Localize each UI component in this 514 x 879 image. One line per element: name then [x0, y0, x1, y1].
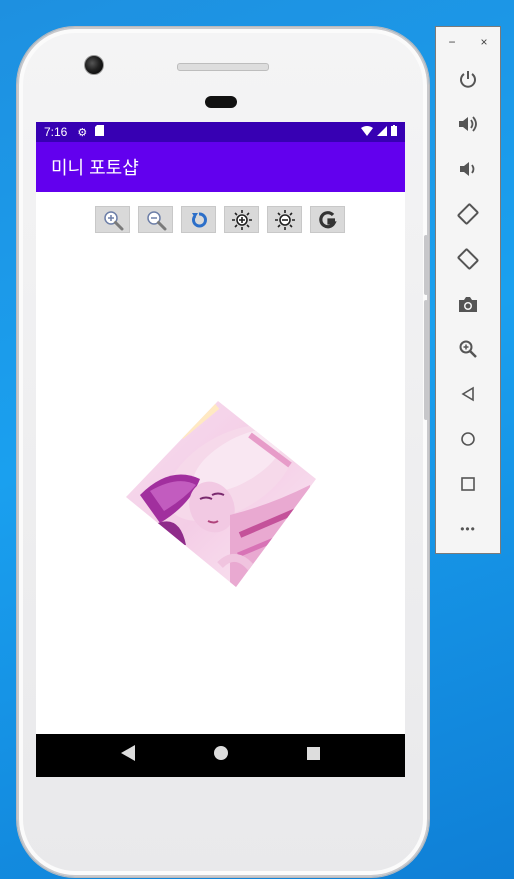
app-bar: 미니 포토샵 — [36, 142, 405, 192]
recents-nav-button[interactable] — [307, 746, 321, 765]
recents-square-icon — [307, 746, 321, 760]
zoom-in-button[interactable] — [95, 206, 130, 233]
zoom-out-icon — [146, 210, 166, 230]
home-nav-button[interactable] — [213, 746, 228, 765]
screenshot-button[interactable] — [454, 290, 482, 318]
zoom-in-icon — [103, 210, 123, 230]
volume-down-icon — [460, 162, 475, 176]
emu-back-button[interactable] — [454, 380, 482, 408]
sd-card-icon — [95, 125, 105, 139]
overview-square-icon — [461, 477, 475, 491]
volume-up-icon — [459, 116, 477, 132]
minimize-window-button[interactable]: − — [448, 35, 455, 49]
phone-screen: 7:16 ⚙ 미니 포토샵 — [36, 122, 405, 777]
home-circle-icon — [213, 746, 228, 760]
camera-icon — [459, 297, 477, 312]
back-nav-button[interactable] — [120, 745, 135, 766]
rotate-right-icon — [457, 248, 479, 270]
power-icon — [460, 71, 476, 88]
volume-up-button[interactable] — [454, 110, 482, 138]
sensor-pill — [205, 96, 237, 108]
zoom-out-button[interactable] — [138, 206, 173, 233]
signal-icon — [377, 125, 387, 139]
more-options-button[interactable]: ••• — [454, 515, 482, 543]
grayscale-icon — [318, 210, 337, 228]
volume-down-button[interactable] — [454, 155, 482, 183]
emu-overview-button[interactable] — [454, 470, 482, 498]
image-toolbar — [95, 206, 345, 233]
front-camera — [84, 55, 104, 75]
power-button[interactable] — [454, 65, 482, 93]
zoom-magnifier-icon — [459, 340, 477, 358]
rotate-icon — [191, 212, 207, 227]
rotate-button[interactable] — [181, 206, 216, 233]
back-outline-icon — [461, 386, 474, 402]
emulator-control-panel: − × ••• — [435, 26, 501, 554]
phone-side-button — [424, 235, 428, 295]
wifi-icon — [361, 125, 373, 139]
rotate-left-icon — [457, 203, 479, 225]
system-nav-bar — [36, 734, 405, 777]
brightness-up-button[interactable] — [224, 206, 259, 233]
status-time: 7:16 — [44, 125, 68, 139]
grayscale-button[interactable] — [310, 206, 345, 233]
close-window-button[interactable]: × — [480, 35, 487, 49]
status-bar: 7:16 ⚙ — [36, 122, 405, 142]
rotate-right-button[interactable] — [454, 245, 482, 273]
edited-photo — [120, 395, 320, 591]
brightness-down-icon — [274, 209, 295, 230]
zoom-button[interactable] — [454, 335, 482, 363]
home-outline-icon — [461, 432, 475, 446]
battery-icon — [391, 125, 397, 139]
phone-side-button — [424, 300, 428, 420]
emu-home-button[interactable] — [454, 425, 482, 453]
earpiece-speaker — [177, 63, 269, 71]
settings-gear-icon: ⚙ — [77, 126, 88, 139]
app-title: 미니 포토샵 — [51, 158, 139, 178]
more-dots-icon: ••• — [460, 522, 476, 536]
brightness-up-icon — [231, 209, 252, 230]
brightness-down-button[interactable] — [267, 206, 302, 233]
rotate-left-button[interactable] — [454, 200, 482, 228]
back-triangle-icon — [120, 745, 135, 761]
